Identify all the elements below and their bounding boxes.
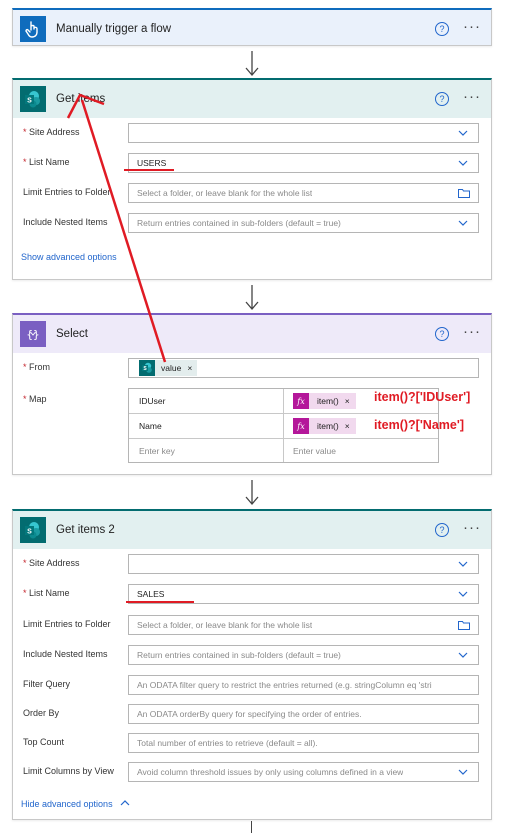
annotation-name-expression: item()?['Name'] bbox=[374, 418, 464, 432]
annotation-arrow bbox=[66, 93, 167, 363]
annotation-iduser-expression: item()?['IDUser'] bbox=[374, 390, 471, 404]
